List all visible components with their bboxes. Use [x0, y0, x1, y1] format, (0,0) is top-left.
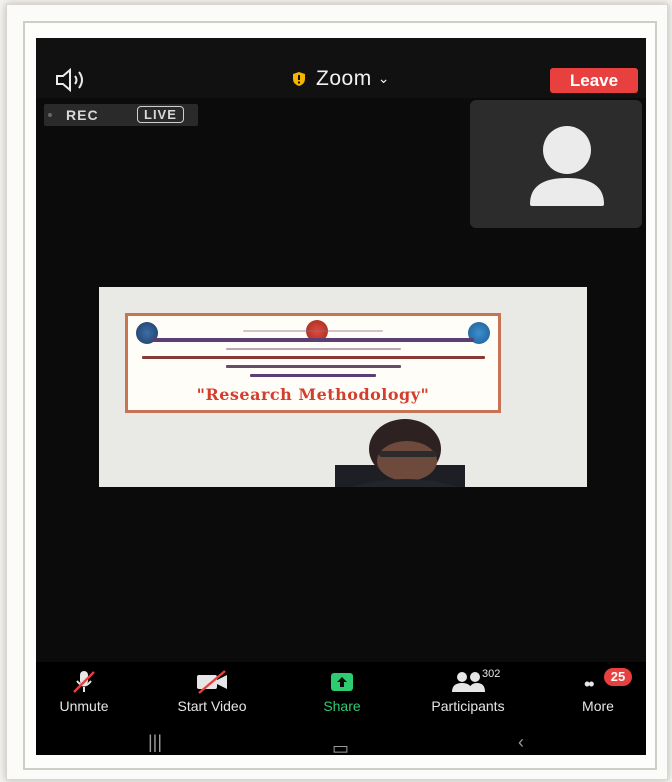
recent-apps-icon[interactable]: ||| — [148, 732, 162, 753]
banner-title: "Research Methodology" — [196, 385, 430, 404]
notification-badge: 25 — [604, 668, 632, 686]
zoom-meeting-screen: Zoom⌄ Leave REC LIVE "Research Methodol — [36, 38, 646, 755]
participants-label: Participants — [431, 698, 505, 714]
participants-button[interactable]: 302 Participants — [420, 668, 516, 728]
recording-indicator: REC LIVE — [44, 104, 198, 126]
more-label: More — [582, 698, 614, 714]
share-label: Share — [323, 698, 361, 714]
shield-icon — [293, 72, 306, 86]
share-button[interactable]: Share — [294, 668, 390, 728]
self-video-tile[interactable] — [470, 100, 642, 228]
more-dots-icon: •• — [584, 674, 595, 694]
start-video-button[interactable]: Start Video — [164, 668, 260, 728]
rec-label: REC — [66, 107, 99, 123]
workshop-banner: "Research Methodology" — [125, 313, 501, 413]
unmute-button[interactable]: Unmute — [36, 668, 132, 728]
share-arrow-icon — [331, 673, 353, 691]
mic-muted-icon — [73, 671, 95, 693]
more-button[interactable]: •• 25 More — [550, 668, 646, 728]
android-nav-bar: ||| ▭ ‹ — [36, 729, 646, 755]
leave-button[interactable]: Leave — [550, 68, 638, 93]
home-icon[interactable]: ▭ — [332, 738, 349, 755]
chevron-down-icon: ⌄ — [377, 70, 390, 86]
active-speaker-video[interactable]: "Research Methodology" — [99, 287, 587, 487]
video-off-icon — [197, 670, 227, 694]
meeting-toolbar: Unmute Start Video Share 302 Participant… — [36, 662, 646, 755]
participants-count: 302 — [482, 668, 501, 680]
avatar-placeholder-icon — [530, 126, 604, 206]
start-video-label: Start Video — [177, 698, 247, 714]
presenter — [335, 419, 465, 487]
live-badge: LIVE — [137, 106, 184, 123]
unmute-label: Unmute — [59, 698, 109, 714]
rec-dot-icon — [48, 113, 52, 117]
meeting-title-text: Zoom — [316, 67, 372, 90]
back-icon[interactable]: ‹ — [518, 732, 524, 753]
banner-text-lines — [138, 324, 488, 383]
